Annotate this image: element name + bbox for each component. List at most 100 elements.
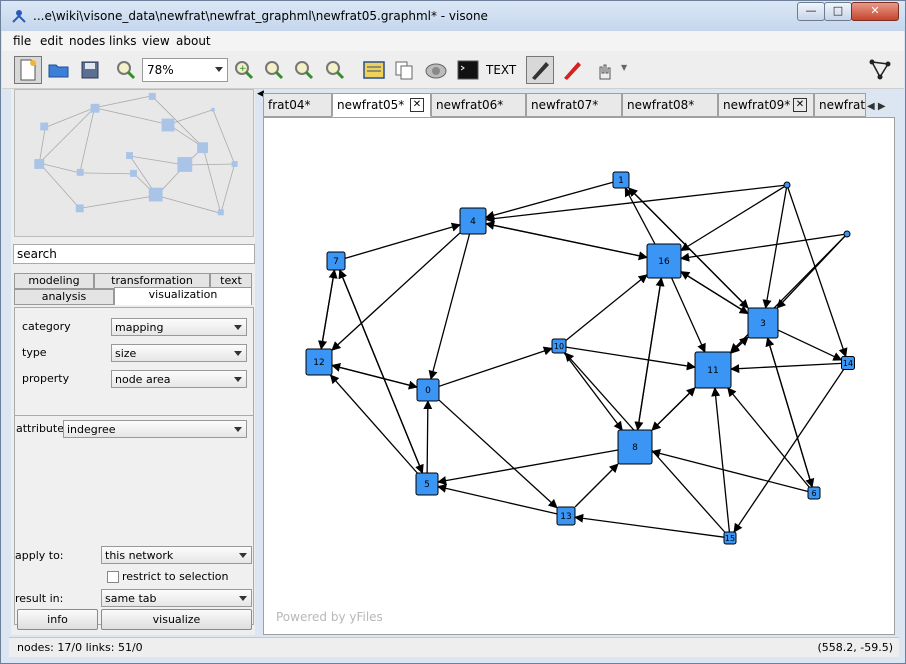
tab-modeling[interactable]: modeling	[14, 273, 94, 289]
zoom-button[interactable]	[112, 56, 140, 84]
menu-about[interactable]: about	[176, 34, 211, 48]
graph-edge[interactable]	[338, 269, 424, 474]
minimize-button[interactable]: —	[797, 2, 825, 21]
tab-newfrat09[interactable]: newfrat09* ✕	[718, 93, 814, 117]
category-select[interactable]: mapping	[111, 318, 247, 336]
info-button[interactable]: info	[17, 609, 98, 630]
graph-edge[interactable]	[331, 232, 461, 351]
tab-visualization[interactable]: visualization	[114, 287, 252, 305]
graph-edge[interactable]	[624, 187, 656, 245]
console-button[interactable]	[454, 56, 482, 84]
type-select[interactable]: size	[111, 344, 247, 362]
restrict-checkbox[interactable]	[107, 571, 119, 583]
menu-view[interactable]: view	[142, 34, 170, 48]
save-disk-icon	[81, 61, 99, 79]
layout-button[interactable]	[866, 56, 894, 84]
graph-edge[interactable]	[671, 277, 706, 353]
tab-scroll-arrows-icon[interactable]: ◀ ▶	[867, 101, 886, 112]
tab-newfrat06[interactable]: newfrat06*	[431, 93, 526, 117]
copy-button[interactable]	[390, 56, 418, 84]
close-tab-icon[interactable]: ✕	[793, 98, 807, 112]
graph-edge[interactable]	[574, 513, 725, 538]
graph-edge[interactable]	[762, 186, 788, 309]
graph-edge[interactable]	[423, 400, 433, 474]
menu-nodes[interactable]: nodes	[69, 34, 105, 48]
graph-edge[interactable]	[680, 233, 846, 262]
graph-node-small[interactable]	[783, 181, 791, 189]
menu-file[interactable]: file	[13, 34, 31, 48]
property-select[interactable]: node area	[111, 370, 247, 388]
result-in-select[interactable]: same tab	[101, 589, 252, 607]
search-input[interactable]: search	[13, 244, 255, 264]
chevron-down-icon	[234, 351, 242, 356]
zoom-select[interactable]: 78%	[142, 58, 228, 82]
edit-mode-button[interactable]	[526, 56, 554, 84]
graph-edge[interactable]	[634, 277, 662, 431]
apply-to-label: apply to:	[15, 549, 64, 562]
attribute-select[interactable]: indegree	[63, 420, 247, 438]
zoom-selection-button[interactable]	[322, 56, 350, 84]
tab-newfrat05[interactable]: newfrat05* ✕	[332, 93, 431, 117]
save-button[interactable]	[76, 56, 104, 84]
close-tab-icon[interactable]: ✕	[410, 98, 424, 112]
graph-edge[interactable]	[680, 271, 749, 315]
menu-links[interactable]: links	[109, 34, 136, 48]
chevron-down-icon	[234, 377, 242, 382]
graph-edge[interactable]	[787, 186, 848, 358]
graph-node-small[interactable]	[843, 230, 851, 238]
graph-edge[interactable]	[565, 346, 696, 371]
graph-edge[interactable]	[438, 346, 553, 387]
visualize-button[interactable]: visualize	[101, 609, 252, 630]
graph-edge[interactable]	[344, 222, 461, 259]
graph-edge[interactable]	[485, 220, 648, 259]
graph-edge[interactable]	[428, 233, 471, 380]
graph-edge[interactable]	[651, 387, 696, 431]
graph-canvas[interactable]: 0 1 3 4 5 6 7 8 10 11 12 13 14 15 16 Powered by yFiles	[263, 117, 895, 635]
graph-edge[interactable]	[730, 336, 749, 354]
camera-button[interactable]	[422, 56, 450, 84]
graph-edge[interactable]	[437, 449, 619, 486]
interaction-mode-button[interactable]	[590, 56, 618, 84]
graph-edge[interactable]	[730, 362, 842, 374]
graph-edge[interactable]	[563, 352, 623, 431]
graph-edge[interactable]	[318, 269, 336, 350]
menu-edit[interactable]: edit	[40, 34, 63, 48]
tab-newfrat1[interactable]: newfrat1	[814, 93, 866, 117]
category-value: mapping	[115, 321, 164, 334]
graph-node-label: 14	[843, 359, 853, 368]
graph-edge[interactable]	[711, 387, 731, 533]
copy-pages-icon	[395, 61, 413, 80]
close-button[interactable]: ✕	[851, 2, 899, 21]
zoom-actual-button[interactable]	[260, 56, 288, 84]
type-value: size	[115, 347, 137, 360]
tab-label: newfrat06*	[436, 98, 504, 112]
open-file-button[interactable]	[45, 56, 73, 84]
tab-newfrat08[interactable]: newfrat08*	[622, 93, 718, 117]
zoom-in-button[interactable]: +	[230, 56, 258, 84]
graph-edge[interactable]	[438, 399, 558, 509]
network-overview[interactable]	[14, 89, 254, 237]
draw-mode-button[interactable]	[558, 56, 586, 84]
network-graph[interactable]: 0134567810111213141516	[264, 118, 894, 634]
graph-edge[interactable]	[777, 329, 843, 361]
tab-analysis[interactable]: analysis	[14, 289, 114, 305]
list-panel-icon	[363, 61, 385, 79]
apply-to-select[interactable]: this network	[101, 546, 252, 564]
tab-newfrat07[interactable]: newfrat07*	[526, 93, 622, 117]
graph-edge[interactable]	[733, 369, 845, 533]
graph-edge[interactable]	[574, 463, 619, 508]
text-button[interactable]: TEXT	[486, 63, 516, 77]
graph-edge[interactable]	[766, 337, 815, 488]
new-file-button[interactable]	[14, 56, 42, 84]
graph-node-label: 3	[760, 319, 766, 329]
tab-frat04[interactable]: frat04*	[263, 93, 332, 117]
zoom-value: 78%	[147, 63, 174, 77]
mode-dropdown-icon[interactable]: ▼	[621, 63, 627, 72]
zoom-fit-button[interactable]	[290, 56, 318, 84]
graph-edge[interactable]	[331, 362, 418, 388]
graph-edge[interactable]	[776, 235, 847, 309]
graph-edge[interactable]	[329, 374, 418, 474]
properties-button[interactable]	[360, 56, 388, 84]
maximize-button[interactable]: □	[824, 2, 852, 21]
graph-edge[interactable]	[565, 274, 648, 341]
